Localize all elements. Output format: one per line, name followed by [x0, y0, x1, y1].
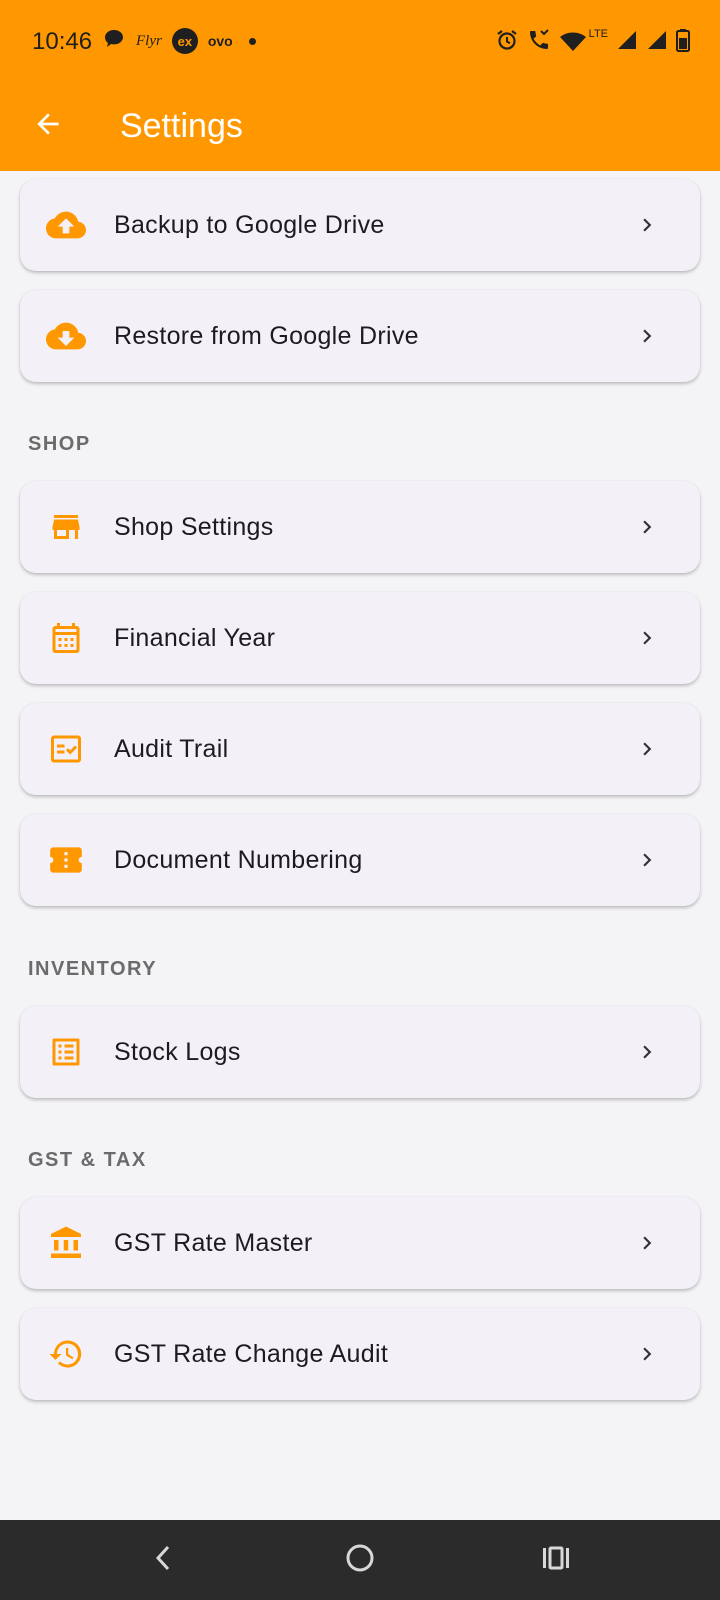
cloud-upload-icon [46, 205, 86, 245]
financial-year-label: Financial Year [114, 623, 276, 652]
nav-recents-button[interactable] [536, 1540, 576, 1580]
nav-home-button[interactable] [340, 1540, 380, 1580]
status-bar: 10:46 Flyr ex ovo LTE [0, 0, 720, 84]
system-status-icons: LTE [495, 28, 690, 56]
section-header-gst-tax: GST & TAX [28, 1149, 147, 1171]
chat-bubble-icon [102, 27, 126, 56]
signal-icon [616, 29, 638, 56]
page-title: Settings [120, 107, 243, 145]
audit-trail-label: Audit Trail [114, 734, 229, 763]
store-icon [46, 507, 86, 547]
wifi-icon: LTE [559, 28, 608, 54]
gst-rate-master-label: GST Rate Master [114, 1228, 313, 1257]
arrow-back-icon [32, 108, 64, 145]
gst-rate-change-audit-label: GST Rate Change Audit [114, 1339, 389, 1368]
restore-from-google-drive-item[interactable]: Restore from Google Drive [20, 290, 700, 382]
section-header-inventory: INVENTORY [28, 958, 158, 980]
gst-rate-master-item[interactable]: GST Rate Master [20, 1197, 700, 1289]
chevron-right-icon [634, 212, 660, 238]
flyr-icon: Flyr [136, 32, 162, 49]
chevron-right-icon [634, 625, 660, 651]
ovo-icon: ovo [207, 33, 233, 49]
battery-icon [676, 28, 690, 57]
fact-check-icon [46, 729, 86, 769]
system-nav-bar [0, 1520, 720, 1600]
history-icon [46, 1334, 86, 1374]
chevron-right-icon [634, 1341, 660, 1367]
stock-logs-label: Stock Logs [114, 1037, 241, 1066]
dot-icon [248, 37, 256, 45]
chevron-right-icon [634, 1230, 660, 1256]
signal-icon [646, 29, 668, 56]
chevron-right-icon [634, 323, 660, 349]
gst-rate-change-audit-item[interactable]: GST Rate Change Audit [20, 1308, 700, 1400]
toolbar: Settings [0, 84, 720, 171]
lte-label: LTE [588, 28, 608, 40]
list-alt-icon [46, 1032, 86, 1072]
app-bar: 10:46 Flyr ex ovo LTE Settings [0, 0, 720, 171]
document-numbering-item[interactable]: Document Numbering [20, 814, 700, 906]
ticket-icon [46, 840, 86, 880]
chevron-right-icon [634, 847, 660, 873]
audit-trail-item[interactable]: Audit Trail [20, 703, 700, 795]
cloud-download-icon [46, 316, 86, 356]
bank-icon [46, 1223, 86, 1263]
shop-settings-label: Shop Settings [114, 512, 274, 541]
nav-back-icon [152, 1543, 176, 1578]
shop-settings-item[interactable]: Shop Settings [20, 481, 700, 573]
backup-label: Backup to Google Drive [114, 210, 385, 239]
alarm-icon [495, 28, 519, 57]
chevron-right-icon [634, 1039, 660, 1065]
financial-year-item[interactable]: Financial Year [20, 592, 700, 684]
wifi-call-icon [527, 28, 551, 57]
notification-icons: Flyr ex ovo [102, 26, 256, 56]
back-button[interactable] [24, 102, 72, 150]
nav-recents-icon [541, 1545, 571, 1576]
backup-to-google-drive-item[interactable]: Backup to Google Drive [20, 179, 700, 271]
chevron-right-icon [634, 514, 660, 540]
section-header-shop: SHOP [28, 433, 91, 455]
nav-home-icon [345, 1543, 375, 1578]
ex-icon: ex [171, 28, 198, 54]
settings-list[interactable]: Backup to Google Drive Restore from Goog… [0, 171, 720, 1520]
chevron-right-icon [634, 736, 660, 762]
document-numbering-label: Document Numbering [114, 845, 363, 874]
nav-back-button[interactable] [144, 1540, 184, 1580]
status-time: 10:46 [32, 28, 93, 55]
stock-logs-item[interactable]: Stock Logs [20, 1006, 700, 1098]
restore-label: Restore from Google Drive [114, 321, 419, 350]
calendar-icon [46, 618, 86, 658]
